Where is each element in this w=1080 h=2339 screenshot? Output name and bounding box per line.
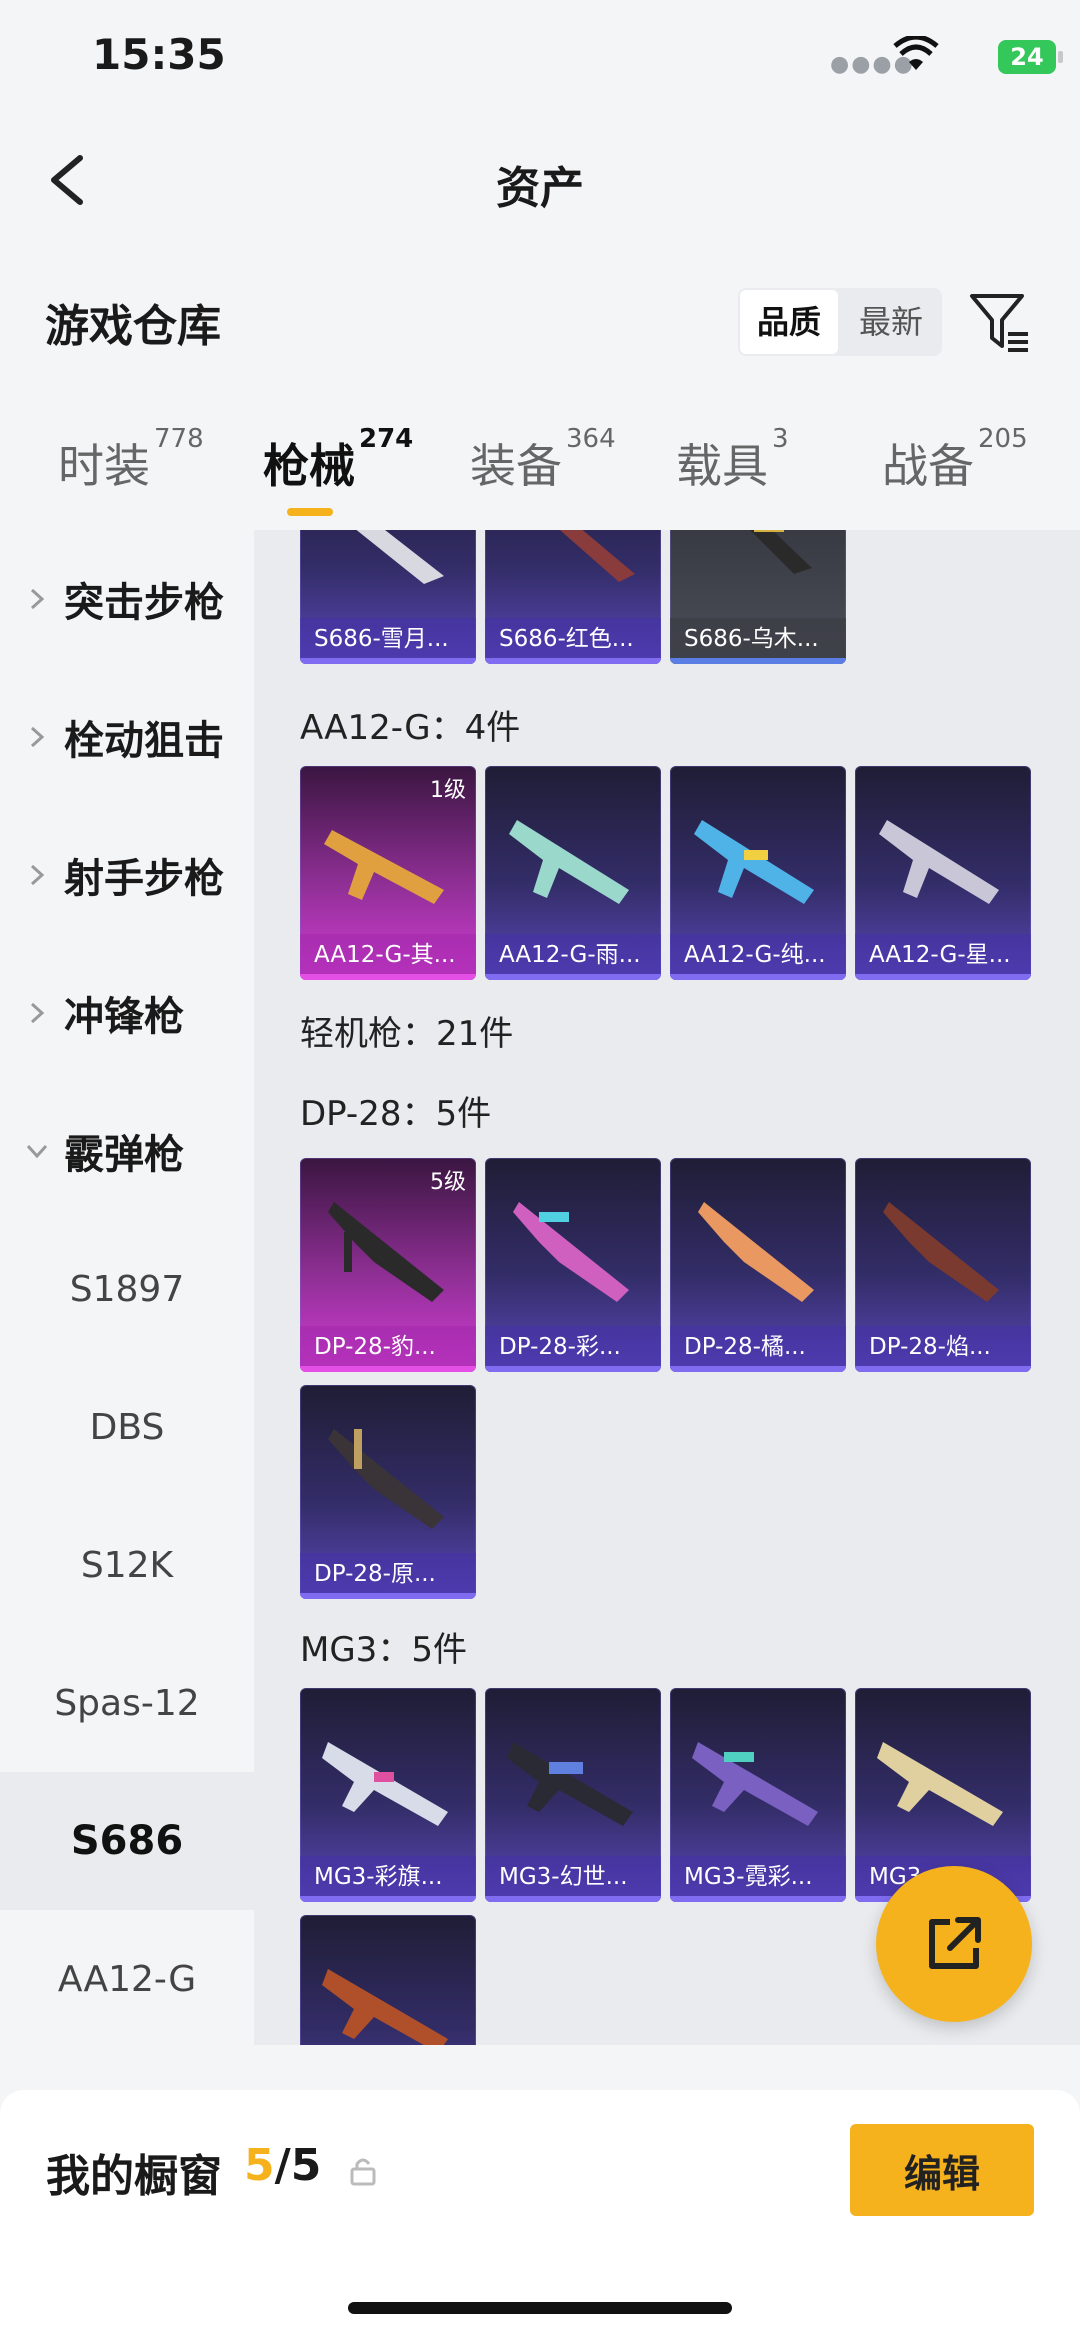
share-button[interactable] xyxy=(876,1866,1032,2022)
section-title: 游戏仓库 xyxy=(45,301,221,352)
rifle-skin-icon xyxy=(879,820,999,904)
weapon-sidebar: 突击步枪 栓动狙击 射手步枪 冲锋枪 霰弹枪 S1897 DBS S12K Sp… xyxy=(0,530,254,2045)
weapon-card[interactable]: AA12-G-雨... xyxy=(485,766,661,980)
tab-firearms[interactable]: 枪械 274 xyxy=(263,424,413,496)
lmg-skin-icon xyxy=(322,1969,448,2045)
sort-quality-button[interactable]: 品质 xyxy=(738,288,840,356)
shotgun-skin-icon xyxy=(559,530,635,582)
tab-fashion[interactable]: 时装 778 xyxy=(58,424,204,496)
nav-header: 资产 xyxy=(0,120,1080,240)
sidebar-item-marksman-rifle[interactable]: 射手步枪 xyxy=(0,806,254,944)
wifi-icon xyxy=(893,36,939,70)
sidebar-item-bolt-sniper[interactable]: 栓动狙击 xyxy=(0,668,254,806)
sidebar-subitem-dbs[interactable]: DBS xyxy=(0,1358,254,1496)
battery-icon: 24 xyxy=(998,40,1063,74)
tab-equipment[interactable]: 装备 364 xyxy=(470,424,616,496)
edit-button[interactable]: 编辑 xyxy=(850,2124,1034,2216)
sidebar-subitem-s1897[interactable]: S1897 xyxy=(0,1220,254,1358)
weapon-card[interactable] xyxy=(300,1915,476,2045)
group-title-dp28: DP-28：5件 xyxy=(300,1094,492,1134)
weapon-card[interactable]: DP-28-焰... xyxy=(855,1158,1031,1372)
group-title-lmg: 轻机枪：21件 xyxy=(300,1014,514,1054)
weapon-card[interactable]: S686-乌木... xyxy=(670,530,846,664)
tab-battle-gear[interactable]: 战备 205 xyxy=(882,424,1028,496)
shotgun-skin-icon xyxy=(750,530,812,574)
sidebar-item-shotgun[interactable]: 霰弹枪 xyxy=(0,1082,254,1220)
sidebar-item-assault-rifle[interactable]: 突击步枪 xyxy=(0,530,254,668)
status-bar: 15:35 ●●●● 24 xyxy=(0,0,1080,120)
weapon-card[interactable]: 1级 AA12-G-其... xyxy=(300,766,476,980)
lmg-skin-icon xyxy=(328,1429,444,1529)
sort-latest-button[interactable]: 最新 xyxy=(840,288,942,356)
sort-toggle: 品质 最新 xyxy=(738,288,942,356)
lmg-skin-icon xyxy=(322,1742,448,1826)
weapon-card[interactable]: DP-28-彩... xyxy=(485,1158,661,1372)
weapon-card[interactable]: MG3-彩旗... xyxy=(300,1688,476,1902)
lock-icon xyxy=(350,2158,376,2186)
sidebar-subitem-spas12[interactable]: Spas-12 xyxy=(0,1634,254,1772)
sidebar-item-smg[interactable]: 冲锋枪 xyxy=(0,944,254,1082)
sidebar-subitem-s12k[interactable]: S12K xyxy=(0,1496,254,1634)
chevron-down-icon xyxy=(26,1144,48,1159)
tab-vehicles[interactable]: 载具 3 xyxy=(676,424,789,496)
showcase-count: 5/5 xyxy=(244,2140,322,2191)
weapon-card[interactable]: S686-雪月... xyxy=(300,530,476,664)
lmg-skin-icon xyxy=(507,1742,633,1826)
weapon-card[interactable]: AA12-G-星... xyxy=(855,766,1031,980)
weapon-card[interactable]: S686-红色... xyxy=(485,530,661,664)
lmg-skin-icon xyxy=(883,1202,999,1302)
page-title: 资产 xyxy=(496,163,584,214)
weapon-grid: S686-雪月... S686-红色... S686-乌木... AA12-G：… xyxy=(254,530,1080,2045)
lmg-skin-icon xyxy=(877,1742,1003,1826)
lmg-skin-icon xyxy=(513,1202,629,1302)
chevron-right-icon xyxy=(30,726,45,748)
status-time: 15:35 xyxy=(92,30,226,79)
chevron-right-icon xyxy=(30,864,45,886)
showcase-label: 我的橱窗 xyxy=(46,2151,222,2202)
tab-indicator xyxy=(287,508,333,516)
share-icon xyxy=(929,1917,981,1969)
lmg-skin-icon xyxy=(692,1742,818,1826)
chevron-right-icon xyxy=(30,1002,45,1024)
weapon-card[interactable]: 5级 DP-28-豹... xyxy=(300,1158,476,1372)
home-indicator xyxy=(348,2302,732,2314)
sidebar-subitem-aa12g[interactable]: AA12-G xyxy=(0,1910,254,2045)
filter-icon[interactable] xyxy=(968,290,1032,354)
group-title-mg3: MG3：5件 xyxy=(300,1630,467,1670)
weapon-card[interactable]: DP-28-原... xyxy=(300,1385,476,1599)
shotgun-skin-icon xyxy=(356,530,444,584)
group-title-aa12g: AA12-G：4件 xyxy=(300,708,521,748)
weapon-card[interactable]: MG3-霓彩... xyxy=(670,1688,846,1902)
rifle-skin-icon xyxy=(509,820,629,904)
weapon-card[interactable]: AA12-G-纯... xyxy=(670,766,846,980)
weapon-card[interactable]: DP-28-橘... xyxy=(670,1158,846,1372)
rifle-skin-icon xyxy=(694,820,814,904)
chevron-right-icon xyxy=(30,588,45,610)
category-tabs: 时装 778 枪械 274 装备 364 载具 3 战备 205 xyxy=(0,424,1080,530)
sidebar-subitem-s686[interactable]: S686 xyxy=(0,1772,254,1910)
lmg-skin-icon xyxy=(698,1202,814,1302)
weapon-card[interactable]: MG3-幻世... xyxy=(485,1688,661,1902)
